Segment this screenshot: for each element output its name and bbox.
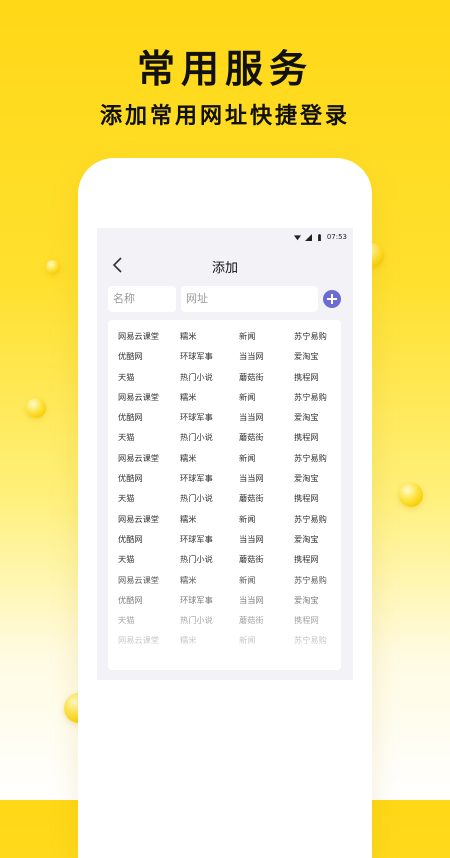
site-item[interactable]: 苏宁易购: [294, 387, 341, 407]
site-item[interactable]: 当当网: [239, 529, 294, 549]
site-item[interactable]: 新闻: [239, 630, 294, 650]
site-item[interactable]: 携程网: [294, 488, 341, 508]
name-input[interactable]: 名称: [108, 286, 176, 312]
decorative-bubble: [26, 398, 46, 418]
site-item[interactable]: 优酷网: [118, 346, 180, 366]
site-item[interactable]: 新闻: [239, 326, 294, 346]
wifi-icon: [293, 234, 301, 240]
site-item[interactable]: 苏宁易购: [294, 630, 341, 650]
site-item[interactable]: 新闻: [239, 570, 294, 590]
site-item[interactable]: 爱淘宝: [294, 346, 341, 366]
site-item[interactable]: 优酷网: [118, 590, 180, 610]
site-item[interactable]: 糯米: [180, 326, 239, 346]
site-item[interactable]: 爱淘宝: [294, 407, 341, 427]
promo-title: 常用服务: [136, 46, 313, 91]
site-item[interactable]: 爱淘宝: [294, 529, 341, 549]
site-item[interactable]: 网易云课堂: [118, 570, 180, 590]
site-item[interactable]: 携程网: [294, 427, 341, 447]
site-item[interactable]: 热门小说: [180, 610, 239, 630]
phone-screen: 07:53 添加 名称 网址 网易云课堂 糯米 新闻 苏宁易购 优酷网 环球军事 当当网 爱淘…: [97, 228, 353, 680]
site-item[interactable]: 蘑菇街: [239, 610, 294, 630]
decorative-bubble: [399, 483, 423, 507]
site-item[interactable]: 新闻: [239, 509, 294, 529]
page-title: 添加: [211, 261, 238, 276]
site-item[interactable]: 糯米: [180, 448, 239, 468]
site-item[interactable]: 环球军事: [180, 529, 239, 549]
site-grid: 网易云课堂 糯米 新闻 苏宁易购 优酷网 环球军事 当当网 爱淘宝 天猫 热门小说 蘑菇街 携程网 网易…: [108, 326, 341, 651]
battery-icon: [317, 233, 321, 241]
status-bar: 07:53: [97, 228, 353, 246]
site-item[interactable]: 蘑菇街: [239, 549, 294, 569]
nav-bar: 添加: [97, 250, 353, 280]
site-item[interactable]: 天猫: [118, 427, 180, 447]
site-item[interactable]: 当当网: [239, 407, 294, 427]
site-item[interactable]: 网易云课堂: [118, 326, 180, 346]
site-item[interactable]: 携程网: [294, 367, 341, 387]
site-item[interactable]: 携程网: [294, 610, 341, 630]
site-item[interactable]: 优酷网: [118, 468, 180, 488]
site-item[interactable]: 天猫: [118, 367, 180, 387]
site-item[interactable]: 当当网: [239, 468, 294, 488]
site-item[interactable]: 热门小说: [180, 367, 239, 387]
site-item[interactable]: 热门小说: [180, 488, 239, 508]
site-item[interactable]: 苏宁易购: [294, 448, 341, 468]
site-item[interactable]: 网易云课堂: [118, 630, 180, 650]
site-item[interactable]: 环球军事: [180, 468, 239, 488]
site-item[interactable]: 携程网: [294, 549, 341, 569]
site-item[interactable]: 新闻: [239, 448, 294, 468]
url-input[interactable]: 网址: [181, 286, 318, 312]
site-item[interactable]: 天猫: [118, 549, 180, 569]
site-item[interactable]: 天猫: [118, 488, 180, 508]
site-item[interactable]: 蘑菇街: [239, 488, 294, 508]
signal-icon: [304, 233, 312, 241]
status-time: 07:53: [326, 233, 347, 241]
site-item[interactable]: 当当网: [239, 346, 294, 366]
site-item[interactable]: 苏宁易购: [294, 570, 341, 590]
site-item[interactable]: 苏宁易购: [294, 326, 341, 346]
promo-subtitle: 添加常用网址快捷登录: [99, 103, 350, 129]
site-item[interactable]: 环球军事: [180, 407, 239, 427]
site-item[interactable]: 天猫: [118, 610, 180, 630]
site-item[interactable]: 糯米: [180, 630, 239, 650]
site-item[interactable]: 环球军事: [180, 346, 239, 366]
site-item[interactable]: 蘑菇街: [239, 367, 294, 387]
site-item[interactable]: 优酷网: [118, 529, 180, 549]
site-item[interactable]: 网易云课堂: [118, 509, 180, 529]
site-item[interactable]: 环球军事: [180, 590, 239, 610]
site-item[interactable]: 蘑菇街: [239, 427, 294, 447]
site-item[interactable]: 糯米: [180, 387, 239, 407]
site-list: 网易云课堂 糯米 新闻 苏宁易购 优酷网 环球军事 当当网 爱淘宝 天猫 热门小说 蘑菇街 携程网 网易…: [108, 320, 341, 670]
site-item[interactable]: 网易云课堂: [118, 448, 180, 468]
site-item[interactable]: 糯米: [180, 570, 239, 590]
site-item[interactable]: 热门小说: [180, 427, 239, 447]
site-item[interactable]: 爱淘宝: [294, 468, 341, 488]
site-item[interactable]: 优酷网: [118, 407, 180, 427]
site-item[interactable]: 糯米: [180, 509, 239, 529]
site-item[interactable]: 爱淘宝: [294, 590, 341, 610]
site-item[interactable]: 苏宁易购: [294, 509, 341, 529]
site-item[interactable]: 热门小说: [180, 549, 239, 569]
decorative-bubble: [46, 260, 60, 274]
site-item[interactable]: 网易云课堂: [118, 387, 180, 407]
site-item[interactable]: 新闻: [239, 387, 294, 407]
plus-circle-icon[interactable]: [323, 290, 341, 308]
site-item[interactable]: 当当网: [239, 590, 294, 610]
